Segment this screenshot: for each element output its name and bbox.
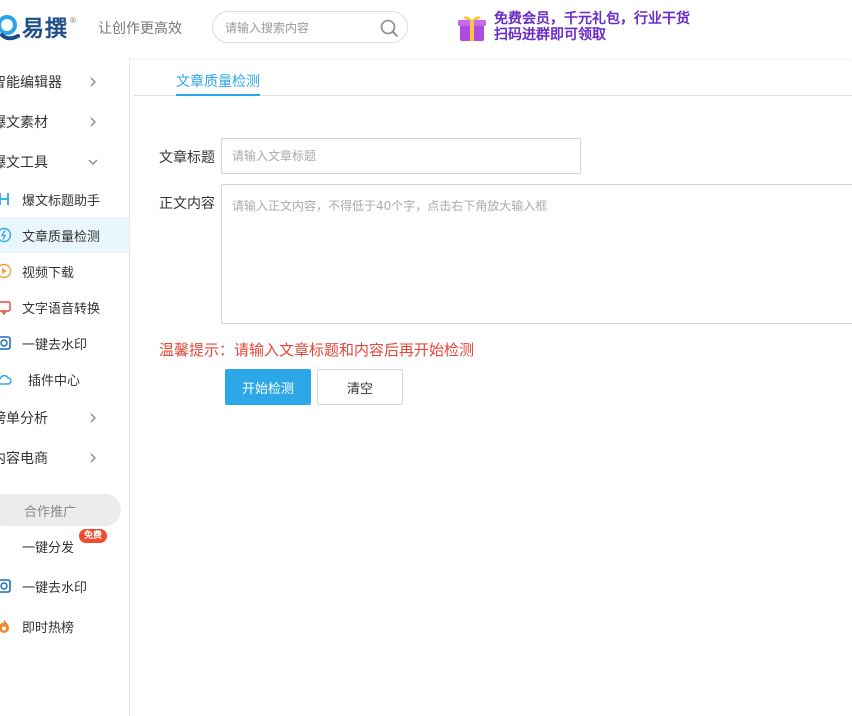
- sidebar-group-ecommerce[interactable]: 内容电商: [0, 438, 130, 478]
- logo-registered-mark: ®: [69, 15, 78, 25]
- free-badge: 免费: [79, 529, 108, 543]
- shield-check-icon: [0, 227, 12, 243]
- slogan: 让创作更高效: [98, 21, 182, 37]
- promo-section-title: 合作推广: [24, 505, 77, 520]
- sidebar-group-label: 爆文工具: [0, 155, 48, 171]
- watermark-icon: [0, 579, 11, 593]
- sidebar-group-label: 智能编辑器: [0, 75, 62, 91]
- cloud-icon: [0, 374, 12, 385]
- promo-banner-text: 免费会员，千元礼包，行业干货 扫码进群即可领取: [494, 11, 690, 43]
- sidebar-item-one-click-distribute[interactable]: 一键分发: [0, 528, 129, 564]
- promo-banner-line1: 免费会员，千元礼包，行业干货: [494, 11, 690, 27]
- top-header: 易撰 ® 让创作更高效 免费会员，千元礼包，行业干货 扫码进群即可领取: [0, 0, 852, 58]
- sidebar-item-label: 一键去水印: [22, 337, 88, 353]
- watermark-icon: [0, 336, 11, 350]
- tab-active-indicator: [176, 94, 260, 96]
- sidebar: 智能编辑器 爆文素材 爆文工具 爆文标题助手 文章质量检测 视频下载 文字语音转…: [0, 58, 130, 716]
- sidebar-group-tools[interactable]: 爆文工具: [0, 142, 130, 182]
- tab-quality-check[interactable]: 文章质量检测: [176, 71, 260, 91]
- sidebar-item-hot-list[interactable]: 即时热榜: [0, 608, 129, 644]
- content-label: 正文内容: [159, 196, 215, 212]
- search-input[interactable]: [225, 18, 375, 38]
- chevron-right-icon: [90, 77, 96, 87]
- speech-convert-icon: [0, 301, 11, 315]
- promo-banner[interactable]: 免费会员，千元礼包，行业干货 扫码进群即可领取: [456, 9, 690, 45]
- sidebar-group-ranking[interactable]: 榜单分析: [0, 398, 130, 438]
- start-check-button[interactable]: 开始检测: [225, 369, 311, 405]
- sidebar-group-label: 榜单分析: [0, 411, 48, 427]
- title-label: 文章标题: [159, 150, 215, 166]
- sidebar-item-label: 一键分发: [22, 540, 75, 556]
- clear-button[interactable]: 清空: [317, 369, 403, 405]
- chevron-right-icon: [90, 413, 96, 423]
- logo-text: 易撰: [22, 17, 69, 42]
- sidebar-item-title-helper[interactable]: 爆文标题助手: [0, 181, 129, 217]
- chevron-down-icon: [88, 159, 98, 165]
- heading-icon: [0, 193, 9, 205]
- warning-tip: 温馨提示：请输入文章标题和内容后再开始检测: [159, 341, 475, 359]
- sidebar-item-promo-remove-watermark[interactable]: 一键去水印: [0, 568, 129, 604]
- sidebar-item-remove-watermark[interactable]: 一键去水印: [0, 325, 129, 361]
- sidebar-item-label: 视频下载: [22, 265, 75, 281]
- promo-banner-line2: 扫码进群即可领取: [494, 27, 606, 43]
- sidebar-item-label: 文字语音转换: [22, 301, 101, 317]
- sidebar-group-smart-editor[interactable]: 智能编辑器: [0, 62, 130, 102]
- sidebar-item-label: 爆文标题助手: [22, 193, 101, 209]
- sidebar-group-label: 爆文素材: [0, 115, 48, 131]
- logo[interactable]: 易撰 ®: [0, 10, 77, 44]
- sidebar-item-text-to-speech[interactable]: 文字语音转换: [0, 289, 129, 325]
- sidebar-item-label: 一键去水印: [22, 580, 88, 596]
- title-input[interactable]: [221, 138, 581, 174]
- promo-section-header: 合作推广: [0, 494, 121, 526]
- search-box: [212, 11, 408, 43]
- chevron-right-icon: [90, 453, 96, 463]
- chevron-right-icon: [90, 117, 96, 127]
- logo-mark-icon: [0, 15, 20, 41]
- sidebar-item-quality-check[interactable]: 文章质量检测: [0, 217, 129, 253]
- sidebar-group-material[interactable]: 爆文素材: [0, 102, 130, 142]
- sidebar-item-plugin-center[interactable]: 插件中心: [0, 361, 129, 397]
- fire-icon: [0, 619, 9, 633]
- sidebar-item-label: 即时热榜: [22, 620, 75, 636]
- tab-bar: 文章质量检测: [134, 58, 852, 96]
- content-textarea[interactable]: [221, 184, 852, 324]
- sidebar-item-label: 插件中心: [28, 373, 81, 389]
- sidebar-item-label: 文章质量检测: [22, 229, 101, 245]
- sidebar-group-label: 内容电商: [0, 451, 48, 467]
- sidebar-item-video-download[interactable]: 视频下载: [0, 253, 129, 289]
- video-download-icon: [0, 263, 12, 279]
- gift-icon: [458, 16, 486, 41]
- search-icon[interactable]: [379, 18, 399, 38]
